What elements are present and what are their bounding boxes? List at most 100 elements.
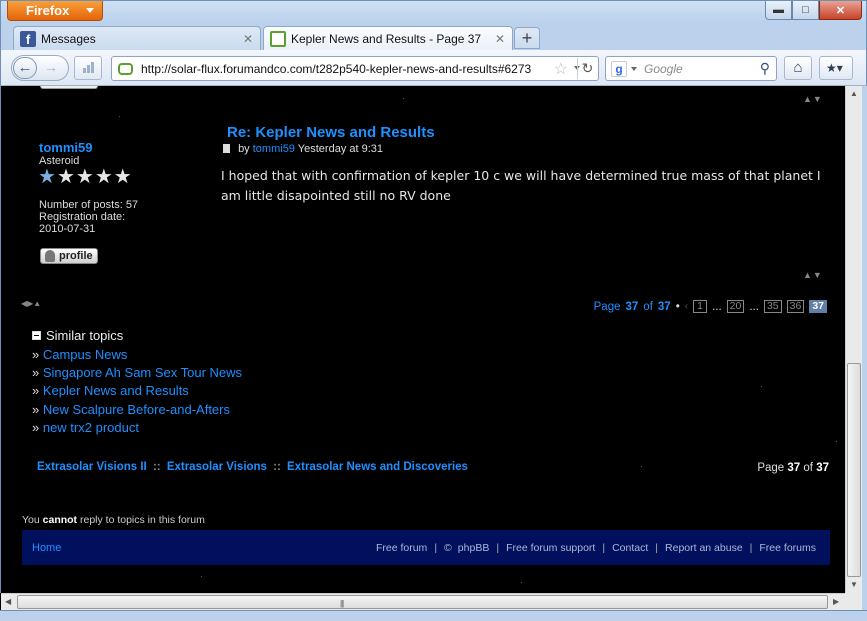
page-viewport: ▲▼ tommi59 Asteroid ★ ★ ★ ★ ★ Number of …: [0, 86, 845, 593]
collapse-icon[interactable]: [32, 331, 41, 340]
footer-link[interactable]: Free forum: [376, 542, 427, 554]
footer-link[interactable]: phpBB: [458, 542, 490, 554]
notice-strong: cannot: [42, 514, 78, 526]
back-forward-group: ← →: [11, 55, 69, 81]
footer-link[interactable]: Report an abuse: [665, 542, 743, 554]
page-of-of: of: [803, 462, 813, 474]
title-bar: Firefox ▬ □ ✕: [0, 0, 867, 24]
profile-button[interactable]: profile: [40, 248, 98, 264]
scroll-up-icon[interactable]: ▲: [850, 89, 858, 98]
footer-link[interactable]: Contact: [612, 542, 648, 554]
search-input[interactable]: Google: [644, 62, 683, 76]
list-item: » Singapore Ah Sam Sex Tour News: [32, 365, 243, 381]
list-item: » new trx2 product: [32, 419, 139, 435]
previous-profile-button[interactable]: [40, 86, 98, 89]
similar-topics-heading[interactable]: Similar topics: [32, 328, 242, 343]
page-of-current: 37: [787, 462, 801, 474]
window-controls: ▬ □ ✕: [765, 1, 862, 21]
reload-button[interactable]: ↻: [577, 58, 597, 79]
breadcrumb-link[interactable]: Extrasolar Visions II: [37, 461, 147, 473]
tab-strip: f Messages ✕ Kepler News and Results - P…: [0, 24, 867, 51]
window-frame-bottom: [0, 610, 867, 621]
scroll-down-icon[interactable]: ▼: [850, 580, 858, 589]
scroll-arrows-icon[interactable]: ▲▼: [803, 94, 823, 104]
breadcrumb-link[interactable]: Extrasolar News and Discoveries: [287, 461, 468, 473]
footer-link[interactable]: Free forum support: [506, 542, 595, 554]
forward-button[interactable]: →: [44, 59, 58, 75]
star-icon: ★: [94, 166, 113, 188]
chevron-down-icon: [86, 8, 94, 13]
page-link[interactable]: 20: [726, 300, 745, 313]
pagination: Page 37 of 37 • ‹ 1 ... 20 ... 35 36 37: [594, 300, 827, 313]
home-button[interactable]: ⌂: [784, 56, 812, 80]
site-identity-icon[interactable]: [118, 62, 133, 75]
footer-home-link[interactable]: Home: [32, 542, 61, 554]
close-tab-icon[interactable]: ✕: [495, 32, 505, 46]
tab-messages[interactable]: f Messages ✕: [13, 26, 261, 50]
pagination-page-label: Page: [593, 300, 621, 313]
tab-label: Messages: [41, 31, 96, 46]
minimize-button[interactable]: ▬: [765, 1, 792, 20]
similar-topic-link[interactable]: Campus News: [43, 347, 128, 362]
pagination-total: 37: [657, 300, 671, 313]
firefox-menu-button[interactable]: Firefox: [7, 1, 103, 21]
vertical-scroll-thumb[interactable]: [847, 363, 861, 577]
star-icon: ★: [38, 166, 56, 188]
registration-label: Registration date:: [39, 211, 126, 223]
bookmark-star-icon[interactable]: ☆: [554, 59, 568, 79]
horizontal-scrollbar[interactable]: ◀ ||| ▶: [1, 593, 845, 610]
close-window-button[interactable]: ✕: [819, 1, 862, 20]
post-count: Number of posts: 57: [39, 199, 139, 211]
scrollbar-corner: [845, 593, 862, 610]
bookmarks-button[interactable]: ★▾: [819, 56, 853, 80]
page-link[interactable]: 36: [786, 300, 805, 313]
footer-links: Free forum | © phpBB | Free forum suppor…: [375, 541, 816, 554]
page-link[interactable]: 35: [763, 300, 782, 313]
footer-link[interactable]: Free forums: [759, 542, 816, 554]
post-title[interactable]: Re: Kepler News and Results: [227, 124, 435, 141]
new-tab-button[interactable]: +: [514, 27, 540, 49]
tab-kepler-news[interactable]: Kepler News and Results - Page 37 ✕: [263, 26, 513, 51]
pagination-ellipsis: ...: [712, 300, 722, 313]
google-icon[interactable]: g: [611, 60, 627, 77]
window-frame-right: [862, 86, 867, 610]
similar-topic-link[interactable]: Singapore Ah Sam Sex Tour News: [43, 365, 242, 380]
firefox-menu-label: Firefox: [26, 3, 70, 18]
scroll-arrows-icon[interactable]: ▲▼: [803, 270, 823, 280]
close-tab-icon[interactable]: ✕: [243, 32, 253, 46]
list-item: » New Scalpure Before-and-Afters: [32, 401, 230, 417]
breadcrumb-link[interactable]: Extrasolar Visions: [167, 461, 267, 473]
previous-page-icon[interactable]: ‹: [685, 301, 688, 312]
search-bar[interactable]: g Google ⚲: [605, 56, 777, 81]
back-button[interactable]: ←: [13, 57, 37, 79]
pagination-current: 37: [625, 300, 639, 313]
breadcrumb: Extrasolar Visions II :: Extrasolar Visi…: [37, 461, 468, 473]
search-engine-dropdown-icon[interactable]: [631, 66, 637, 71]
maximize-button[interactable]: □: [792, 1, 819, 20]
scroll-left-icon[interactable]: ◀: [5, 597, 11, 606]
tab-label: Kepler News and Results - Page 37: [291, 32, 482, 46]
meta-author-link[interactable]: tommi59: [253, 143, 295, 155]
similar-topic-link[interactable]: new trx2 product: [43, 420, 139, 435]
search-icon[interactable]: ⚲: [760, 60, 770, 77]
vertical-scrollbar[interactable]: ▲ ▼: [845, 86, 862, 593]
similar-topic-link[interactable]: Kepler News and Results: [43, 383, 189, 398]
rank-stars: ★ ★ ★ ★ ★: [38, 167, 132, 187]
horizontal-scroll-thumb[interactable]: |||: [17, 595, 828, 609]
url-text[interactable]: http://solar-flux.forumandco.com/t282p54…: [141, 62, 541, 76]
post-body: I hoped that with confirmation of kepler…: [221, 168, 821, 203]
profile-button-label: profile: [59, 250, 93, 262]
topic-nav-arrows-icon[interactable]: ◀▶▲: [21, 299, 41, 308]
bars-icon[interactable]: [74, 56, 102, 80]
similar-topic-link[interactable]: New Scalpure Before-and-Afters: [43, 402, 230, 417]
page-of-total: 37: [816, 462, 829, 474]
scroll-grip-icon: |||: [340, 599, 344, 608]
page-link[interactable]: 1: [693, 300, 708, 313]
poster-info: Number of posts: 57 Registration date: 2…: [39, 199, 138, 235]
scroll-right-icon[interactable]: ▶: [833, 597, 839, 606]
address-bar[interactable]: http://solar-flux.forumandco.com/t282p54…: [111, 56, 599, 81]
post-meta: by tommi59 Yesterday at 9:31: [223, 143, 383, 155]
breadcrumb-separator: ::: [152, 461, 161, 473]
page-link-current: 37: [809, 300, 827, 313]
poster-name[interactable]: tommi59: [39, 140, 92, 155]
